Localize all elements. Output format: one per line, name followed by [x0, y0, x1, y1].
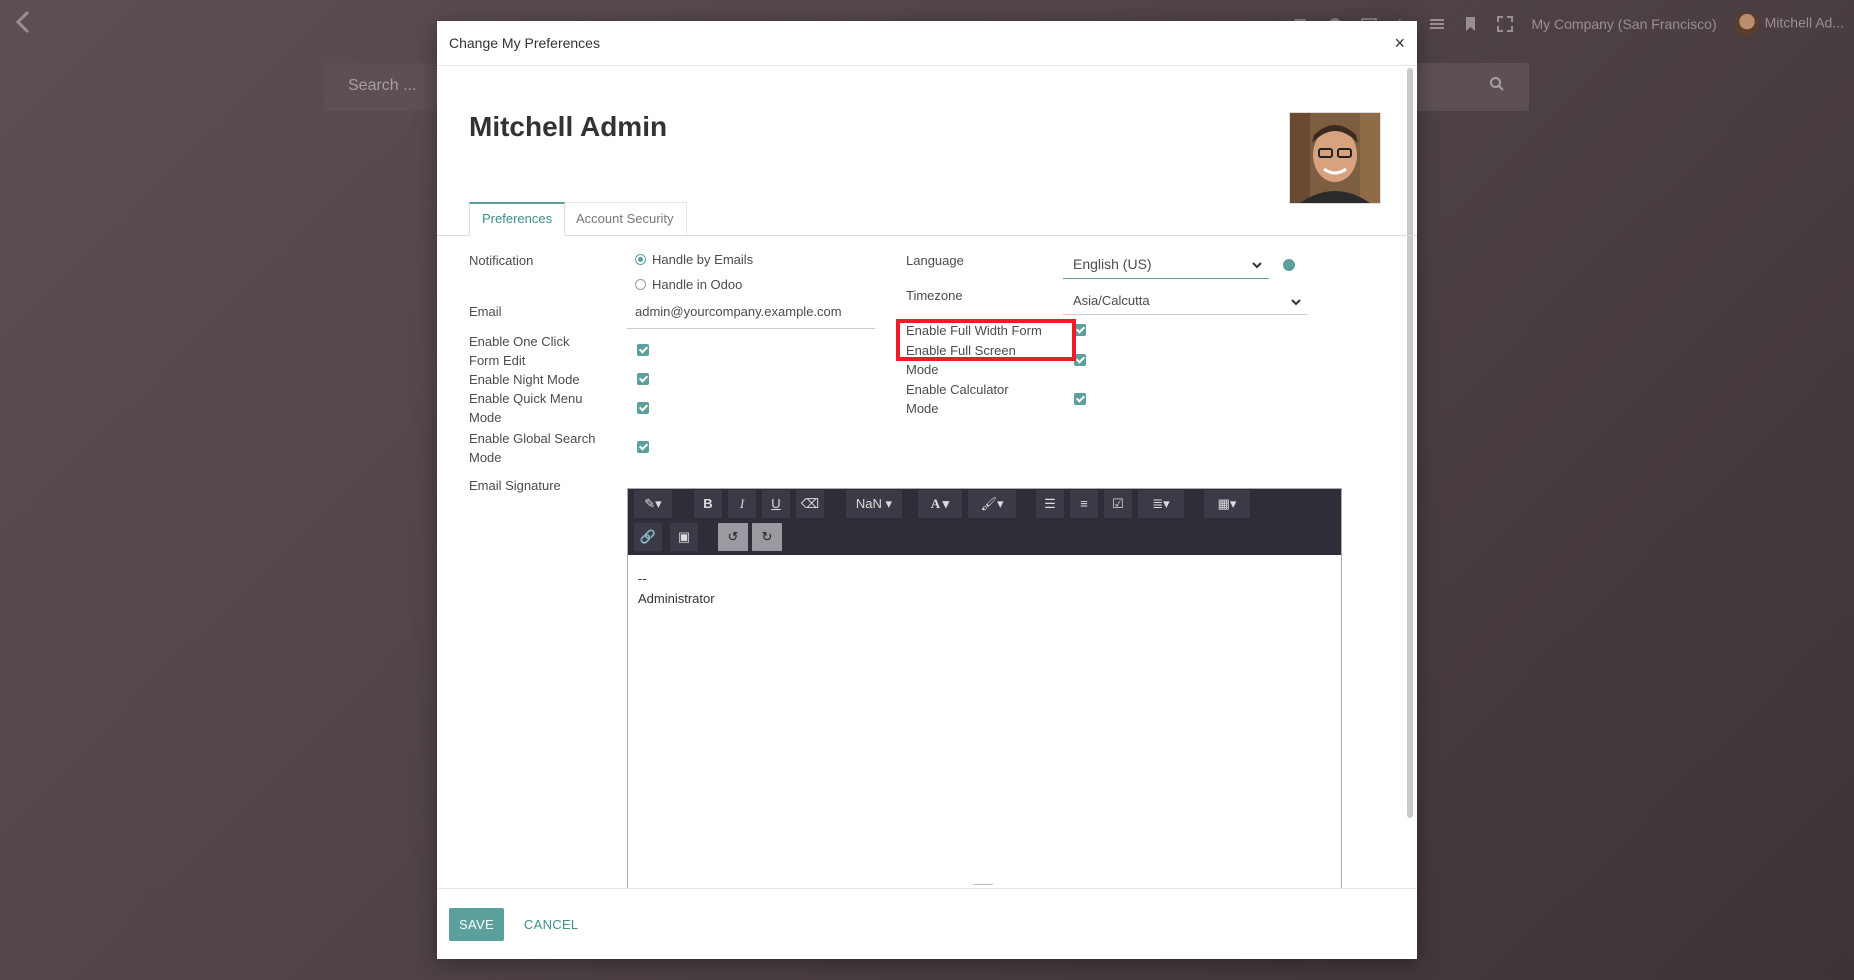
bookmark-icon[interactable] — [1463, 16, 1479, 32]
magic-wand-icon[interactable]: ✎▾ — [634, 490, 672, 518]
bold-button[interactable]: B — [694, 490, 722, 518]
close-icon[interactable]: × — [1394, 33, 1405, 54]
email-field[interactable]: admin@yourcompany.example.com — [627, 304, 875, 329]
language-label: Language — [906, 253, 964, 268]
table-icon[interactable]: ▦▾ — [1204, 490, 1250, 518]
email-signature-label: Email Signature — [469, 478, 561, 493]
tabs-divider — [437, 235, 1417, 236]
language-value: English (US) — [1073, 256, 1152, 272]
globe-icon[interactable] — [1283, 259, 1295, 271]
signature-line: -- — [638, 571, 647, 586]
font-color-dropdown[interactable]: A ▾ — [918, 490, 962, 518]
one-click-edit-label: Enable One Click Form Edit — [469, 334, 570, 368]
radio-button[interactable] — [635, 279, 646, 290]
dialog-body: Mitchell Admin Preferences Account Secur… — [437, 66, 1417, 889]
language-select[interactable]: English (US) — [1063, 252, 1269, 279]
notification-label: Notification — [469, 253, 534, 268]
highlight-box — [896, 319, 1076, 361]
underline-button[interactable]: U — [762, 490, 790, 518]
search-placeholder: Search ... — [348, 77, 417, 94]
global-search-label: Enable Global Search Mode — [469, 431, 596, 465]
avatar — [1734, 12, 1759, 36]
radio-button-selected[interactable] — [635, 254, 646, 265]
search-icon[interactable] — [1489, 76, 1505, 95]
eraser-icon[interactable]: ⌫ — [796, 490, 824, 518]
signature-line: Administrator — [638, 591, 715, 606]
list-ul-icon[interactable]: ☰ — [1036, 490, 1064, 518]
cancel-button[interactable]: CANCEL — [520, 908, 583, 941]
tab-account-security[interactable]: Account Security — [563, 202, 687, 234]
night-mode-label: Enable Night Mode — [469, 372, 580, 387]
menu-icon[interactable] — [1429, 16, 1445, 32]
global-search-checkbox[interactable] — [637, 441, 649, 453]
company-switcher[interactable]: My Company (San Francisco) — [1531, 16, 1716, 32]
user-menu-label: Mitchell Ad... — [1764, 14, 1844, 31]
font-size-dropdown[interactable]: NaN ▾ — [846, 490, 902, 518]
undo-icon[interactable]: ↺ — [718, 523, 748, 551]
one-click-edit-checkbox[interactable] — [637, 344, 649, 356]
back-arrow-icon[interactable] — [10, 8, 38, 36]
tab-bar: Preferences Account Security — [469, 202, 1417, 236]
list-ol-icon[interactable]: ≡ — [1070, 490, 1098, 518]
checklist-icon[interactable]: ☑ — [1104, 490, 1132, 518]
editor-toolbar: ✎▾ B I U ⌫ NaN ▾ A ▾ 🖌▾ ☰ ≡ ☑ ≣▾ ▦▾ 🔗 ▣ … — [628, 489, 1341, 555]
timezone-label: Timezone — [906, 288, 963, 303]
redo-icon[interactable]: ↻ — [752, 523, 782, 551]
quick-menu-checkbox[interactable] — [637, 402, 649, 414]
calculator-checkbox[interactable] — [1074, 393, 1086, 405]
dialog-header: Change My Preferences × — [437, 21, 1417, 66]
link-icon[interactable]: 🔗 — [634, 523, 662, 551]
timezone-select[interactable]: Asia/Calcutta — [1063, 290, 1308, 315]
timezone-value: Asia/Calcutta — [1073, 293, 1150, 308]
chevron-down-icon — [1251, 255, 1263, 279]
dialog-footer: SAVE CANCEL — [437, 888, 1417, 959]
calculator-label: Enable Calculator Mode — [906, 382, 1009, 416]
email-label: Email — [469, 304, 502, 319]
tab-preferences[interactable]: Preferences — [469, 202, 566, 236]
editor-content[interactable]: -- Administrator — [638, 569, 715, 609]
radio-handle-by-emails[interactable]: Handle by Emails — [635, 252, 753, 267]
preferences-dialog: Change My Preferences × Mitchell Admin P… — [437, 21, 1417, 959]
radio-label: Handle in Odoo — [652, 277, 743, 292]
italic-button[interactable]: I — [728, 490, 756, 518]
signature-editor[interactable]: ✎▾ B I U ⌫ NaN ▾ A ▾ 🖌▾ ☰ ≡ ☑ ≣▾ ▦▾ 🔗 ▣ … — [627, 488, 1342, 889]
save-button[interactable]: SAVE — [449, 907, 504, 941]
align-icon[interactable]: ≣▾ — [1138, 490, 1184, 518]
font-size-value: NaN — [855, 496, 882, 511]
radio-label: Handle by Emails — [652, 252, 754, 267]
image-icon[interactable]: ▣ — [670, 523, 698, 551]
brush-icon[interactable]: 🖌▾ — [968, 490, 1016, 518]
user-menu[interactable]: Mitchell Ad... — [1734, 12, 1844, 36]
quick-menu-label: Enable Quick Menu Mode — [469, 391, 583, 425]
user-name: Mitchell Admin — [469, 111, 668, 142]
radio-handle-in-odoo[interactable]: Handle in Odoo — [635, 277, 742, 292]
user-avatar-photo[interactable] — [1289, 112, 1381, 204]
chevron-down-icon — [1290, 293, 1302, 315]
night-mode-checkbox[interactable] — [637, 373, 649, 385]
expand-icon[interactable] — [1497, 16, 1514, 32]
dialog-title: Change My Preferences — [449, 35, 600, 51]
